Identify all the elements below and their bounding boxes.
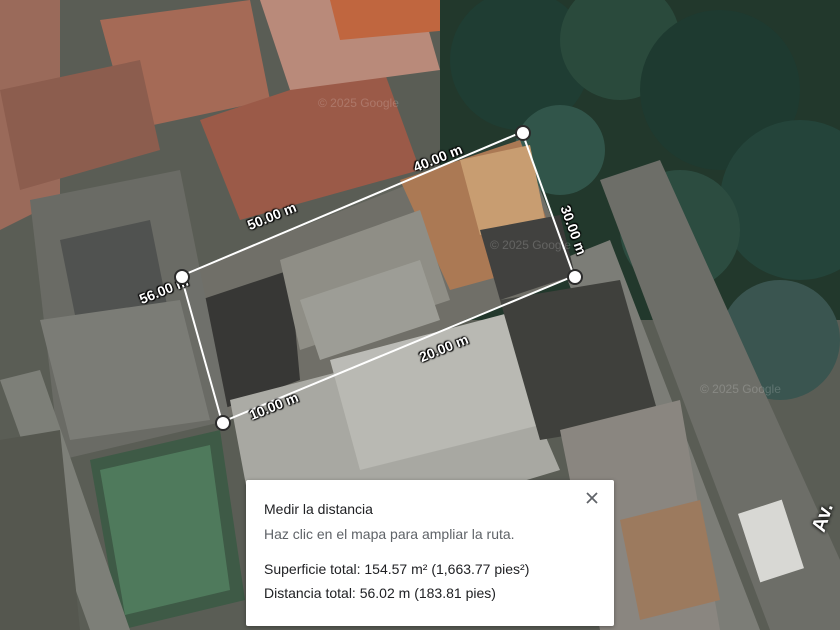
total-distance-row: Distancia total: 56.02 m (183.81 pies) bbox=[264, 584, 596, 602]
total-area-row: Superficie total: 154.57 m² (1,663.77 pi… bbox=[264, 560, 596, 578]
total-area-value: 154.57 m² (1,663.77 pies²) bbox=[364, 561, 530, 577]
close-button[interactable] bbox=[580, 486, 604, 510]
total-distance-value: 56.02 m (183.81 pies) bbox=[359, 585, 496, 601]
measure-vertex[interactable] bbox=[215, 415, 231, 431]
measure-vertex[interactable] bbox=[567, 269, 583, 285]
measure-distance-panel: Medir la distancia Haz clic en el mapa p… bbox=[246, 480, 614, 626]
measure-vertex[interactable] bbox=[174, 269, 190, 285]
panel-hint: Haz clic en el mapa para ampliar la ruta… bbox=[264, 526, 515, 542]
total-area-label: Superficie total: bbox=[264, 561, 361, 577]
close-icon bbox=[586, 492, 598, 504]
panel-title: Medir la distancia bbox=[264, 501, 373, 517]
measure-outline bbox=[179, 130, 576, 424]
measure-vertex[interactable] bbox=[515, 125, 531, 141]
total-distance-label: Distancia total: bbox=[264, 585, 356, 601]
